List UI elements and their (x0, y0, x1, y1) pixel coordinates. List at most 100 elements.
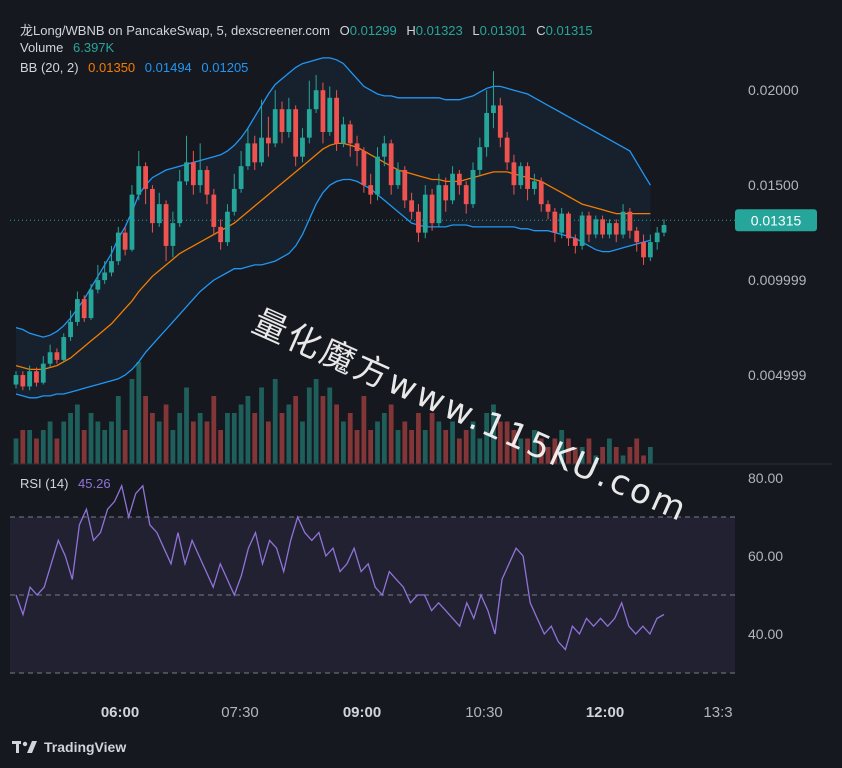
candle-body (47, 352, 53, 364)
close-value: 0.01315 (545, 23, 593, 38)
volume-bar (95, 421, 101, 464)
volume-bar (361, 396, 367, 464)
volume-bar (245, 396, 251, 464)
candle-body (27, 371, 33, 387)
volume-bar (75, 404, 80, 464)
volume-value: 6.397K (73, 40, 115, 55)
chart-canvas[interactable]: 0.02000 0.01500 0.009999 0.004999 80.00 60.00… (0, 0, 842, 768)
price-tick-label: 0.01500 (748, 177, 799, 193)
candle-body (354, 143, 360, 151)
candle-body (327, 97, 333, 132)
volume-bar (13, 438, 19, 464)
pair-title: 龙Long/WBNB on PancakeSwap, 5, dexscreene… (20, 23, 330, 38)
volume-bar (375, 421, 380, 464)
candle-body (600, 219, 605, 235)
candle-body (497, 105, 503, 138)
candle-body (532, 181, 537, 189)
volume-bar (627, 447, 633, 464)
volume-bar (381, 413, 387, 464)
candle-body (231, 188, 237, 212)
volume-bar (300, 421, 305, 464)
candle-body (634, 230, 640, 243)
rsi-legend[interactable]: RSI (14) 45.26 (20, 476, 117, 491)
time-tick-label: 06:00 (101, 704, 139, 721)
candle-body (620, 211, 626, 235)
candle-body (572, 238, 578, 246)
candle-body (286, 109, 292, 132)
volume-bar (109, 421, 114, 464)
volume-label: Volume (20, 40, 64, 55)
tradingview-brand[interactable]: TradingView (12, 739, 126, 755)
bb-mid-value: 0.01350 (88, 60, 136, 75)
candle-body (525, 166, 530, 189)
candle-body (361, 150, 367, 186)
candle-body (518, 166, 524, 186)
volume-bar (102, 430, 108, 464)
time-tick-label: 07:30 (221, 704, 259, 721)
bb-lower-value: 0.01205 (201, 60, 249, 75)
candle-body (259, 137, 264, 163)
volume-bar (184, 387, 189, 464)
volume-bar (327, 387, 333, 464)
volume-bar (115, 396, 121, 464)
candle-body (538, 181, 544, 205)
candle-body (190, 162, 196, 186)
candle-body (381, 143, 387, 157)
volume-bar (647, 447, 653, 464)
candle-body (115, 232, 121, 262)
volume-bar (27, 430, 33, 464)
candle-body (102, 272, 108, 281)
candle-body (388, 143, 394, 186)
volume-bar (456, 438, 462, 464)
candle-body (300, 137, 305, 157)
price-tick-label: 0.009999 (748, 272, 807, 288)
candle-body (504, 137, 510, 163)
volume-bar (225, 413, 230, 464)
candle-body (463, 185, 469, 205)
candle-body (68, 321, 73, 338)
volume-bar (272, 379, 278, 464)
volume-bar (354, 430, 360, 464)
last-price-label: 0.01315 (751, 212, 802, 228)
bb-legend[interactable]: BB (20, 2) 0.01350 0.01494 0.01205 (20, 60, 254, 75)
volume-bar (231, 413, 237, 464)
candle-body (313, 90, 319, 110)
candle-body (586, 215, 592, 235)
volume-bar (177, 413, 183, 464)
volume-bar (320, 396, 326, 464)
volume-bar (436, 421, 442, 464)
candle-body (163, 204, 169, 246)
candle-body (143, 166, 148, 189)
candle-body (61, 337, 67, 360)
time-tick-label: 10:30 (465, 704, 503, 721)
volume-legend[interactable]: Volume 6.397K (20, 40, 120, 55)
volume-bar (341, 421, 346, 464)
candle-body (245, 143, 251, 167)
volume-bar (150, 413, 155, 464)
volume-bar (422, 430, 428, 464)
volume-bar (313, 379, 319, 464)
time-tick-label: 13:3 (703, 704, 732, 721)
volume-bar (122, 430, 128, 464)
candle-body (491, 105, 496, 113)
candle-body (136, 166, 142, 195)
volume-bar (204, 421, 210, 464)
high-value: 0.01323 (415, 23, 463, 38)
rsi-tick-label: 60.00 (748, 548, 783, 564)
candle-body (409, 200, 415, 212)
volume-bar (293, 396, 299, 464)
volume-bar (47, 421, 53, 464)
volume-bar (641, 455, 646, 464)
tradingview-logo-icon (12, 741, 37, 753)
candle-body (204, 169, 210, 195)
candle-body (272, 109, 278, 144)
volume-bar (634, 438, 640, 464)
open-value: 0.01299 (349, 23, 397, 38)
candle-body (156, 204, 162, 224)
candle-body (627, 211, 633, 231)
candle-body (306, 109, 312, 138)
candle-body (368, 185, 374, 195)
volume-bar (402, 421, 408, 464)
volume-bar (34, 438, 39, 464)
candle-body (109, 261, 114, 273)
